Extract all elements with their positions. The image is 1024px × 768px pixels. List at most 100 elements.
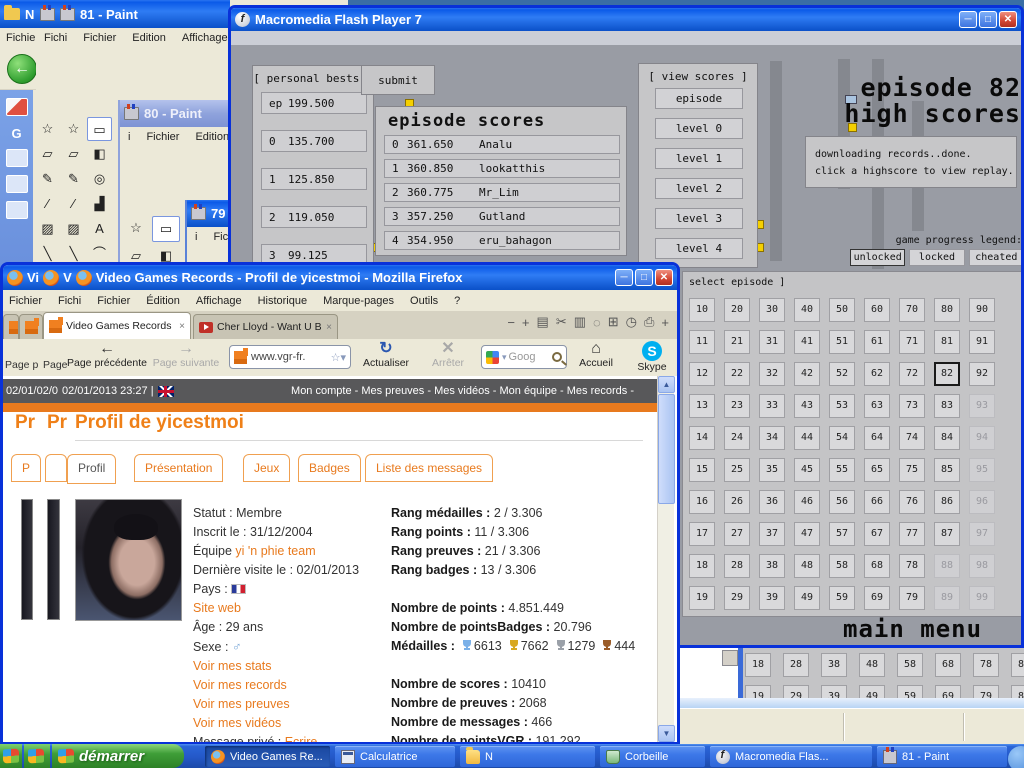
- paint-menu-item[interactable]: i: [128, 131, 130, 143]
- paint-tool-icon[interactable]: ☆: [35, 117, 60, 141]
- paint-menu-item[interactable]: i: [195, 231, 197, 243]
- toolbar-icon[interactable]: ▤: [537, 314, 549, 330]
- home-button[interactable]: ⌂ Accueil: [573, 341, 619, 369]
- episode-button[interactable]: 34: [759, 426, 785, 450]
- uk-flag-icon[interactable]: [158, 386, 174, 397]
- toolbar-icon[interactable]: +: [522, 315, 530, 330]
- paint-81-titlebar[interactable]: 81 - Paint: [36, 0, 230, 28]
- highscore-row[interactable]: 1 360.850 lookatthis: [384, 159, 620, 178]
- episode-button[interactable]: 69: [935, 685, 961, 698]
- tab-jeux[interactable]: Jeux: [243, 454, 290, 482]
- voir-stats-link[interactable]: Voir mes stats: [193, 657, 391, 676]
- firefox-menu-item[interactable]: Historique: [258, 295, 308, 307]
- episode-button[interactable]: 55: [829, 458, 855, 482]
- tab-presentation[interactable]: Présentation: [134, 454, 223, 482]
- episode-button[interactable]: 28: [783, 653, 809, 677]
- episode-button[interactable]: 29: [783, 685, 809, 698]
- site-web-link[interactable]: Site web: [193, 599, 391, 618]
- paint-tool-icon[interactable]: ◧: [87, 142, 112, 166]
- paint-menu-item[interactable]: Fichier: [146, 131, 179, 143]
- episode-button[interactable]: 92: [969, 362, 995, 386]
- search-box[interactable]: ▾ Goog: [481, 345, 567, 369]
- voir-records-link[interactable]: Voir mes records: [193, 676, 391, 695]
- view-scores-button[interactable]: level 3: [655, 208, 743, 229]
- episode-button[interactable]: 66: [864, 490, 890, 514]
- episode-button[interactable]: 88: [1011, 653, 1024, 677]
- episode-button[interactable]: 44: [794, 426, 820, 450]
- scroll-down-icon[interactable]: ▼: [658, 725, 675, 742]
- episode-button[interactable]: 58: [897, 653, 923, 677]
- episode-button[interactable]: 52: [829, 362, 855, 386]
- firefox-menu-item[interactable]: Fichi: [58, 295, 81, 307]
- episode-button[interactable]: 43: [794, 394, 820, 418]
- episode-button[interactable]: 36: [759, 490, 785, 514]
- episode-button[interactable]: 17: [689, 522, 715, 546]
- firefox-menu-item[interactable]: ?: [454, 295, 460, 307]
- team-link[interactable]: yi 'n phie team: [235, 544, 315, 558]
- episode-button[interactable]: 59: [897, 685, 923, 698]
- paint-tool-icon[interactable]: ▭: [87, 117, 112, 141]
- user-icon[interactable]: [6, 149, 28, 167]
- paint-tool-icon[interactable]: ☆: [122, 216, 150, 242]
- episode-button[interactable]: 51: [829, 330, 855, 354]
- globe-icon[interactable]: [6, 175, 28, 193]
- episode-button[interactable]: 35: [759, 458, 785, 482]
- highscore-row[interactable]: 3 357.250 Gutland: [384, 207, 620, 226]
- scroll-up-icon[interactable]: ▲: [658, 376, 675, 393]
- episode-button[interactable]: 79: [899, 586, 925, 610]
- close-button[interactable]: ✕: [655, 269, 673, 286]
- episode-button[interactable]: 63: [864, 394, 890, 418]
- highscore-row[interactable]: 2 360.775 Mr_Lim: [384, 183, 620, 202]
- voir-preuves-link[interactable]: Voir mes preuves: [193, 695, 391, 714]
- episode-button[interactable]: 90: [969, 298, 995, 322]
- toolbar-icon[interactable]: +: [661, 315, 669, 330]
- episode-button[interactable]: 30: [759, 298, 785, 322]
- taskbar-item-flash[interactable]: Macromedia Flas...: [710, 746, 872, 767]
- episode-button[interactable]: 68: [864, 554, 890, 578]
- episode-button[interactable]: 75: [899, 458, 925, 482]
- firefox-menu-item[interactable]: Outils: [410, 295, 438, 307]
- search-icon[interactable]: [552, 352, 562, 362]
- paint-tool-icon[interactable]: ▟: [87, 192, 112, 216]
- bookmark-star-icon[interactable]: ☆: [331, 351, 341, 364]
- episode-button[interactable]: 73: [899, 394, 925, 418]
- episode-button[interactable]: 38: [821, 653, 847, 677]
- episode-button[interactable]: 22: [724, 362, 750, 386]
- episode-button[interactable]: 48: [859, 653, 885, 677]
- taskbar-item-paint[interactable]: 81 - Paint: [877, 746, 1007, 767]
- episode-button[interactable]: 53: [829, 394, 855, 418]
- episode-button[interactable]: 49: [859, 685, 885, 698]
- maximize-button[interactable]: □: [979, 11, 997, 28]
- view-scores-button[interactable]: level 1: [655, 148, 743, 169]
- episode-button[interactable]: 19: [745, 685, 771, 698]
- stacked-tab-fragment[interactable]: [19, 314, 43, 339]
- episode-button[interactable]: 13: [689, 394, 715, 418]
- episode-button[interactable]: 99: [969, 586, 995, 610]
- ecrire-link[interactable]: Ecrire: [285, 735, 318, 742]
- firefox-menu-item[interactable]: Affichage: [196, 295, 242, 307]
- episode-button[interactable]: 98: [969, 554, 995, 578]
- minimize-button[interactable]: ─: [959, 11, 977, 28]
- episode-button[interactable]: 40: [794, 298, 820, 322]
- toolbar-icon[interactable]: ⊞: [608, 314, 619, 330]
- episode-button[interactable]: 59: [829, 586, 855, 610]
- view-scores-button[interactable]: level 0: [655, 118, 743, 139]
- scrollbar-thumb[interactable]: [658, 394, 675, 504]
- firefox-menu-item[interactable]: Édition: [146, 295, 180, 307]
- start-button[interactable]: démarrer: [52, 744, 184, 768]
- episode-button[interactable]: 72: [899, 362, 925, 386]
- episode-button[interactable]: 19: [689, 586, 715, 610]
- episode-button[interactable]: 64: [864, 426, 890, 450]
- episode-button[interactable]: 86: [934, 490, 960, 514]
- episode-button[interactable]: 31: [759, 330, 785, 354]
- taskbar-item-corbeille[interactable]: Corbeille: [600, 746, 705, 767]
- paint-tool-icon[interactable]: ✎: [35, 167, 60, 191]
- episode-button[interactable]: 89: [1011, 685, 1024, 698]
- paint-menu-item[interactable]: Fichier: [83, 32, 116, 44]
- episode-button[interactable]: 87: [934, 522, 960, 546]
- toolbar-icon[interactable]: ▥: [574, 314, 586, 330]
- paint-tool-icon[interactable]: ✎: [61, 167, 86, 191]
- paint-tool-icon[interactable]: ▭: [152, 216, 180, 242]
- tab-close-icon[interactable]: ×: [179, 321, 185, 332]
- firefox-titlebar[interactable]: Vi V Video Games Records - Profil de yic…: [3, 265, 677, 290]
